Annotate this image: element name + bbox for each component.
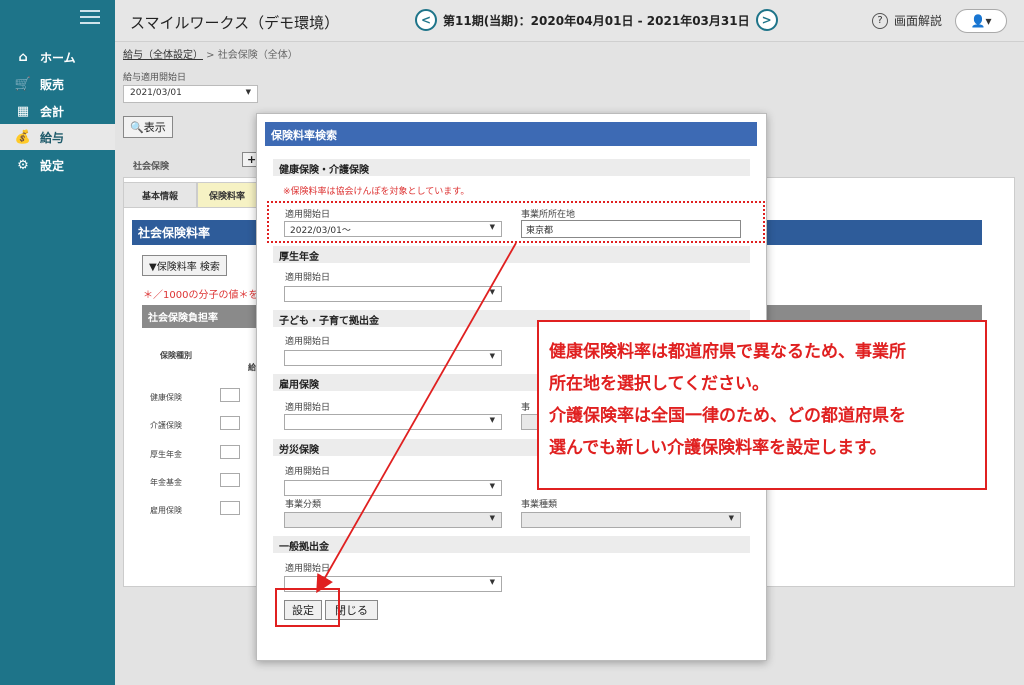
callout-line: 選んでも新しい介護保険料率を設定します。 [549, 438, 887, 458]
top-header: スマイルワークス（デモ環境） < 第11期(当期)：2020年04月01日 - … [115, 0, 1024, 42]
sidebar-item-settings[interactable]: ⚙ 設定 [0, 152, 115, 178]
chevron-down-icon: ▼ [245, 88, 251, 96]
kind-select[interactable]: ▼ [521, 512, 741, 528]
display-button[interactable]: 🔍表示 [123, 116, 173, 138]
display-button-label: 表示 [143, 121, 166, 134]
child-start-label: 適用開始日 [285, 337, 331, 347]
chevron-down-icon: ▼ [728, 514, 734, 522]
employment-type-label: 事 [521, 403, 531, 413]
category-select[interactable]: ▼ [284, 512, 502, 528]
row-label: 介護保険 [150, 421, 182, 430]
help-button[interactable]: ? 画面解説 [872, 12, 942, 29]
home-icon: ⌂ [18, 49, 28, 65]
next-period-button[interactable]: > [755, 9, 778, 31]
sidebar-item-label: 会計 [40, 104, 65, 119]
breadcrumb: 給与（全体設定） > 社会保険（全体） [123, 46, 298, 61]
chevron-down-icon: ▼ [489, 288, 495, 296]
tab-label: 保険料率 [208, 191, 245, 202]
rate-search-button[interactable]: ▼保険料率 検索 [142, 255, 227, 276]
cart-icon: 🛒 [14, 76, 32, 92]
rate-input[interactable] [220, 473, 240, 487]
chevron-down-icon: ▼ [489, 416, 495, 424]
prev-period-button[interactable]: < [415, 9, 437, 31]
start-date-value: 2021/03/01 [130, 88, 182, 98]
sidebar-item-sales[interactable]: 🛒 販売 [0, 71, 115, 97]
user-icon: 👤▾ [970, 14, 992, 28]
period-selector: < 第11期(当期)：2020年04月01日 - 2021年03月31日 > [415, 9, 778, 31]
tab-insurance-rate[interactable]: 保険料率 [197, 182, 257, 208]
highlight-set-button-box [275, 588, 340, 627]
app-title: スマイルワークス（デモ環境） [130, 14, 340, 32]
rate-input[interactable] [220, 445, 240, 459]
employment-start-select[interactable]: ▼ [284, 414, 502, 430]
money-bag-icon: 💰 [14, 129, 32, 145]
tab-basic-info[interactable]: 基本情報 [123, 182, 197, 208]
kind-label: 事業種類 [521, 500, 558, 510]
col-header: 保険種別 [160, 351, 192, 360]
col-sub-header: 給 [248, 363, 256, 372]
rate-note: ＊／1000の分子の値＊を入 [143, 290, 269, 301]
question-icon: ? [872, 12, 888, 29]
callout-line: 介護保険率は全国一律のため、どの都道府県を [549, 406, 906, 426]
group-general: 一般拠出金 [273, 536, 750, 553]
group-health: 健康保険・介護保険 [273, 159, 750, 176]
callout-line: 所在地を選択してください。 [549, 374, 769, 394]
rate-input[interactable] [220, 416, 240, 430]
general-start-label: 適用開始日 [285, 564, 331, 574]
pension-start-select[interactable]: ▼ [284, 286, 502, 302]
rate-input[interactable] [220, 501, 240, 515]
gear-icon: ⚙ [17, 157, 29, 173]
search-icon: 🔍 [130, 121, 144, 134]
accident-start-label: 適用開始日 [285, 467, 331, 477]
callout-line: 健康保険料率は都道府県で異なるため、事業所 [549, 342, 906, 362]
row-label: 年金基金 [150, 478, 182, 487]
health-note: ※保険料率は協会けんぽを対象としています。 [283, 187, 470, 197]
chevron-down-icon: ▼ [489, 352, 495, 360]
chevron-down-icon: ▼ [489, 514, 495, 522]
breadcrumb-current: 社会保険（全体） [217, 50, 298, 61]
social-insurance-label: 社会保険 [133, 162, 170, 172]
sidebar-item-accounting[interactable]: ▦ 会計 [0, 98, 115, 124]
sidebar-item-home[interactable]: ⌂ ホーム [0, 44, 115, 70]
child-start-select[interactable]: ▼ [284, 350, 502, 366]
row-label: 雇用保険 [150, 506, 182, 515]
breadcrumb-separator: > [203, 50, 218, 61]
user-menu-button[interactable]: 👤▾ [955, 9, 1007, 33]
category-label: 事業分類 [285, 500, 322, 510]
annotation-callout: 健康保険料率は都道府県で異なるため、事業所 所在地を選択してください。 介護保険… [537, 320, 987, 490]
row-label: 健康保険 [150, 393, 182, 402]
row-label: 厚生年金 [150, 450, 182, 459]
highlight-dashed-box [267, 201, 765, 243]
modal-title: 保険料率検索 [265, 122, 757, 146]
help-label: 画面解説 [894, 14, 943, 28]
sidebar: ⌂ ホーム 🛒 販売 ▦ 会計 💰 給与 ⚙ 設定 [0, 0, 115, 685]
calculator-icon: ▦ [16, 103, 30, 119]
start-date-select[interactable]: 2021/03/01 ▼ [123, 85, 258, 103]
tab-label: 基本情報 [141, 191, 178, 202]
period-text: 第11期(当期)：2020年04月01日 - 2021年03月31日 [443, 13, 750, 28]
sidebar-item-label: 販売 [40, 77, 65, 92]
breadcrumb-link[interactable]: 給与（全体設定） [123, 50, 203, 61]
employment-start-label: 適用開始日 [285, 403, 331, 413]
pension-start-label: 適用開始日 [285, 273, 331, 283]
sidebar-item-payroll[interactable]: 💰 給与 [0, 124, 115, 150]
sidebar-item-label: ホーム [40, 50, 76, 65]
accident-start-select[interactable]: ▼ [284, 480, 502, 496]
hamburger-menu-icon[interactable] [80, 10, 100, 26]
rate-input[interactable] [220, 388, 240, 402]
sidebar-item-label: 給与 [40, 130, 65, 145]
start-date-label: 給与適用開始日 [123, 73, 187, 83]
chevron-down-icon: ▼ [489, 578, 495, 586]
sidebar-item-label: 設定 [40, 158, 65, 173]
group-pension: 厚生年金 [273, 246, 750, 263]
chevron-down-icon: ▼ [489, 482, 495, 490]
